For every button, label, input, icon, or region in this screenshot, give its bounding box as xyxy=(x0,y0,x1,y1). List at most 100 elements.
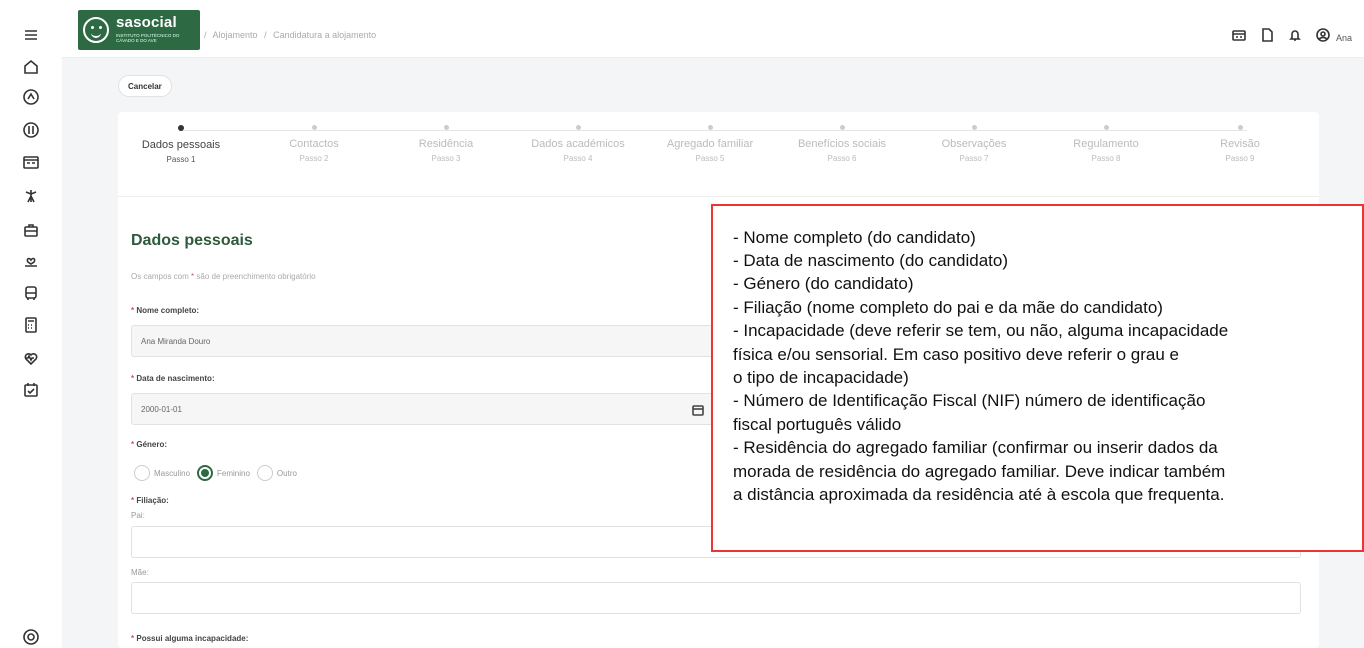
settings-icon[interactable] xyxy=(22,628,40,646)
annotation-line: - Nome completo (do candidato) xyxy=(733,228,976,247)
document-icon[interactable] xyxy=(1260,28,1274,47)
annotation-line: - Residência do agregado familiar (confi… xyxy=(733,438,1218,457)
breadcrumb-alojamento[interactable]: Alojamento xyxy=(213,30,258,40)
step-dot xyxy=(1103,125,1109,130)
step-number: Passo 4 xyxy=(563,154,593,163)
breadcrumb-candidatura: Candidatura a alojamento xyxy=(273,30,377,40)
annotation-line: - Número de Identificação Fiscal (NIF) n… xyxy=(733,391,1206,410)
filiation-label: * Filiação: xyxy=(131,496,169,505)
required-asterisk: * xyxy=(131,374,135,383)
incapacity-label-text: Possui alguma incapacidade xyxy=(136,634,246,643)
bus-icon[interactable] xyxy=(22,284,40,302)
cancel-button[interactable]: Cancelar xyxy=(118,75,172,97)
radio-label: Masculino xyxy=(154,468,191,478)
step-label: Regulamento xyxy=(1073,138,1139,150)
sasocial-logo[interactable]: sasocial INSTITUTO POLITÉCNICO DO CÁVADO… xyxy=(78,10,200,50)
full-name-label-text: Nome completo xyxy=(136,306,197,315)
bell-icon[interactable] xyxy=(1288,28,1302,47)
birth-date-label: * Data de nascimento: xyxy=(131,374,215,383)
required-asterisk: * xyxy=(191,272,195,281)
step-dados-academicos[interactable]: Dados académicos Passo 4 xyxy=(523,125,633,163)
radio-label: Outro xyxy=(276,468,297,478)
step-dados-pessoais[interactable]: Dados pessoais Passo 1 xyxy=(126,125,236,164)
annotation-line: fiscal português válido xyxy=(733,415,902,434)
step-label: Dados académicos xyxy=(531,138,625,150)
step-residencia[interactable]: Residência Passo 3 xyxy=(391,125,501,163)
step-dot xyxy=(839,125,845,130)
gender-label-text: Género xyxy=(136,440,165,449)
radio-label: Feminino xyxy=(217,468,250,478)
radio-outro[interactable] xyxy=(256,465,273,481)
user-name[interactable]: Ana xyxy=(1336,33,1352,43)
required-asterisk: * xyxy=(131,634,135,643)
logo-name: sasocial xyxy=(116,14,177,31)
required-note-text: Os campos com xyxy=(131,272,189,281)
birth-date-label-text: Data de nascimento xyxy=(136,374,212,383)
top-bar: sasocial INSTITUTO POLITÉCNICO DO CÁVADO… xyxy=(62,0,1364,58)
food-icon[interactable] xyxy=(22,121,40,139)
step-dot xyxy=(178,125,184,131)
breadcrumb: / Alojamento / Candidatura a alojamento xyxy=(204,30,380,40)
radio-feminino[interactable] xyxy=(197,465,214,481)
step-number: Passo 8 xyxy=(1091,154,1121,163)
step-label: Contactos xyxy=(289,138,339,150)
step-regulamento[interactable]: Regulamento Passo 8 xyxy=(1051,125,1161,163)
step-number: Passo 5 xyxy=(695,154,725,163)
father-label: Pai: xyxy=(131,511,145,520)
step-dot xyxy=(971,125,977,130)
annotation-line: a distância aproximada da residência até… xyxy=(733,485,1225,504)
step-agregado-familiar[interactable]: Agregado familiar Passo 5 xyxy=(655,125,765,163)
annotation-line: o tipo de incapacidade) xyxy=(733,368,909,387)
required-asterisk: * xyxy=(131,440,135,449)
calendar-icon[interactable] xyxy=(692,403,704,416)
step-dot xyxy=(575,125,581,130)
annotation-line: - Incapacidade (deve referir se tem, ou … xyxy=(733,321,1229,340)
annotation-line: - Género (do candidato) xyxy=(733,274,914,293)
annotation-line: - Data de nascimento (do candidato) xyxy=(733,251,1008,270)
mother-field[interactable] xyxy=(131,582,1301,614)
step-contactos[interactable]: Contactos Passo 2 xyxy=(259,125,369,163)
breadcrumb-separator: / xyxy=(264,30,267,40)
briefcase-icon[interactable] xyxy=(22,221,40,239)
step-label: Benefícios sociais xyxy=(797,138,887,150)
filiation-label-text: Filiação xyxy=(136,496,167,505)
annotation-line: - Filiação (nome completo do pai e da mã… xyxy=(733,298,1163,317)
full-name-value: Ana Miranda Douro xyxy=(141,337,211,346)
health-icon[interactable] xyxy=(22,349,40,367)
map-pin-icon[interactable] xyxy=(22,88,40,106)
required-note-text: são de preenchimento obrigatório xyxy=(196,272,316,281)
antenna-icon[interactable] xyxy=(22,187,40,205)
step-label: Revisão xyxy=(1220,138,1260,150)
required-note: Os campos com * são de preenchimento obr… xyxy=(131,272,316,281)
step-beneficios-sociais[interactable]: Benefícios sociais Passo 6 xyxy=(787,125,897,163)
header-actions: Ana xyxy=(1232,28,1352,47)
step-label: Agregado familiar xyxy=(666,138,754,150)
home-icon[interactable] xyxy=(22,58,40,76)
calculator-icon[interactable] xyxy=(22,316,40,334)
calendar-icon[interactable] xyxy=(22,381,40,399)
annotation-line: morada de residência do agregado familia… xyxy=(733,462,1226,481)
section-title: Dados pessoais xyxy=(131,232,253,249)
wallet-icon[interactable] xyxy=(1232,28,1246,47)
logo-face-icon xyxy=(83,17,109,43)
step-number: Passo 9 xyxy=(1225,154,1255,163)
radio-masculino[interactable] xyxy=(134,465,150,481)
step-revisao[interactable]: Revisão Passo 9 xyxy=(1185,125,1295,163)
step-label: Residência xyxy=(418,138,474,150)
step-observacoes[interactable]: Observações Passo 7 xyxy=(919,125,1029,163)
gender-label: * Género: xyxy=(131,440,168,449)
step-label: Observações xyxy=(941,138,1007,150)
card-icon[interactable] xyxy=(22,153,40,171)
menu-icon[interactable] xyxy=(22,26,40,44)
annotation-box: - Nome completo (do candidato) - Data de… xyxy=(711,204,1364,552)
care-icon[interactable] xyxy=(22,252,40,270)
logo-subtitle: INSTITUTO POLITÉCNICO DO CÁVADO E DO AVE xyxy=(116,33,180,43)
incapacity-label: * Possui alguma incapacidade: xyxy=(131,634,249,643)
annotation-line: física e/ou sensorial. Em caso positivo … xyxy=(733,345,1179,364)
step-number: Passo 1 xyxy=(166,155,196,164)
step-dot xyxy=(707,125,713,130)
step-label: Dados pessoais xyxy=(141,139,221,151)
birth-date-value: 2000-01-01 xyxy=(141,405,182,414)
user-icon[interactable] xyxy=(1316,28,1330,47)
step-number: Passo 7 xyxy=(959,154,989,163)
